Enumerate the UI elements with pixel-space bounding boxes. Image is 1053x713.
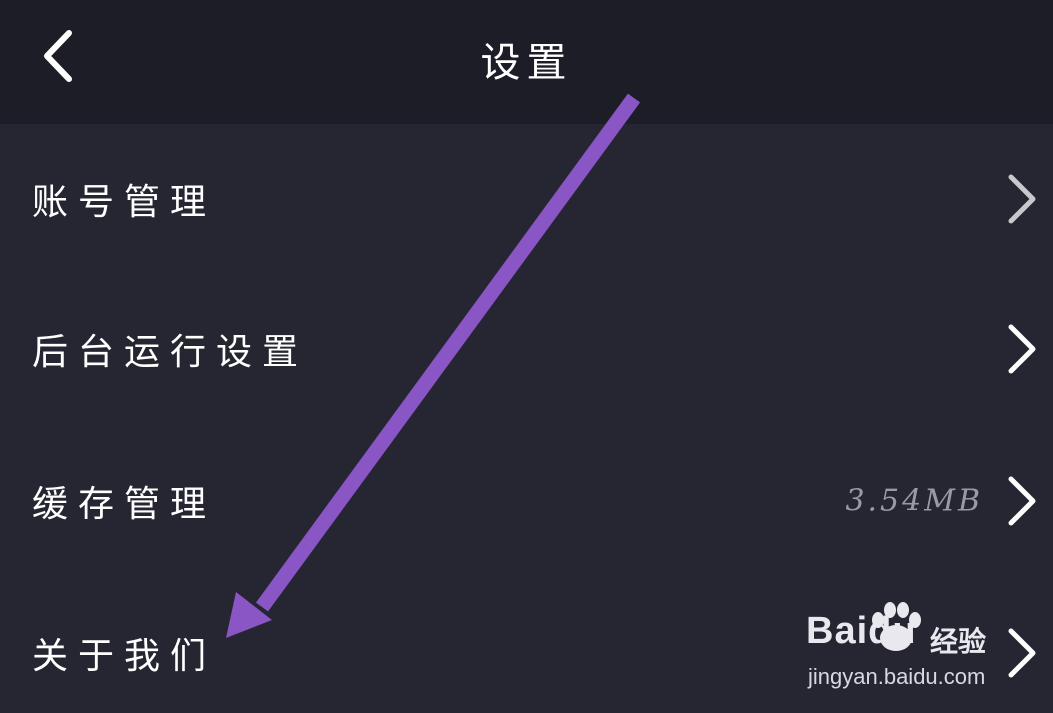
chevron-right-icon (1008, 628, 1036, 678)
chevron-right-icon (1008, 324, 1036, 374)
settings-item-label: 后台运行设置 (32, 332, 309, 373)
settings-item-account[interactable]: 账号管理 (0, 124, 1053, 274)
paw-logo-icon (872, 602, 921, 651)
watermark-url: jingyan.baidu.com (808, 664, 986, 689)
chevron-right-icon (1008, 174, 1036, 224)
settings-item-label: 关于我们 (32, 636, 217, 677)
settings-item-background-run[interactable]: 后台运行设置 (0, 274, 1053, 424)
top-bar: 设置 (0, 0, 1053, 124)
settings-item-cache[interactable]: 缓存管理 3.54MB (0, 426, 1053, 576)
settings-item-label: 缓存管理 (32, 484, 217, 525)
cache-size-value: 3.54MB (845, 483, 983, 519)
settings-item-label: 账号管理 (32, 182, 217, 223)
chevron-right-icon (1008, 476, 1036, 526)
watermark-sub: 经验 (930, 625, 987, 658)
page-title: 设置 (480, 40, 573, 86)
baidu-jingyan-watermark: Baidu 经验 jingyan.baidu.com (806, 598, 1006, 693)
